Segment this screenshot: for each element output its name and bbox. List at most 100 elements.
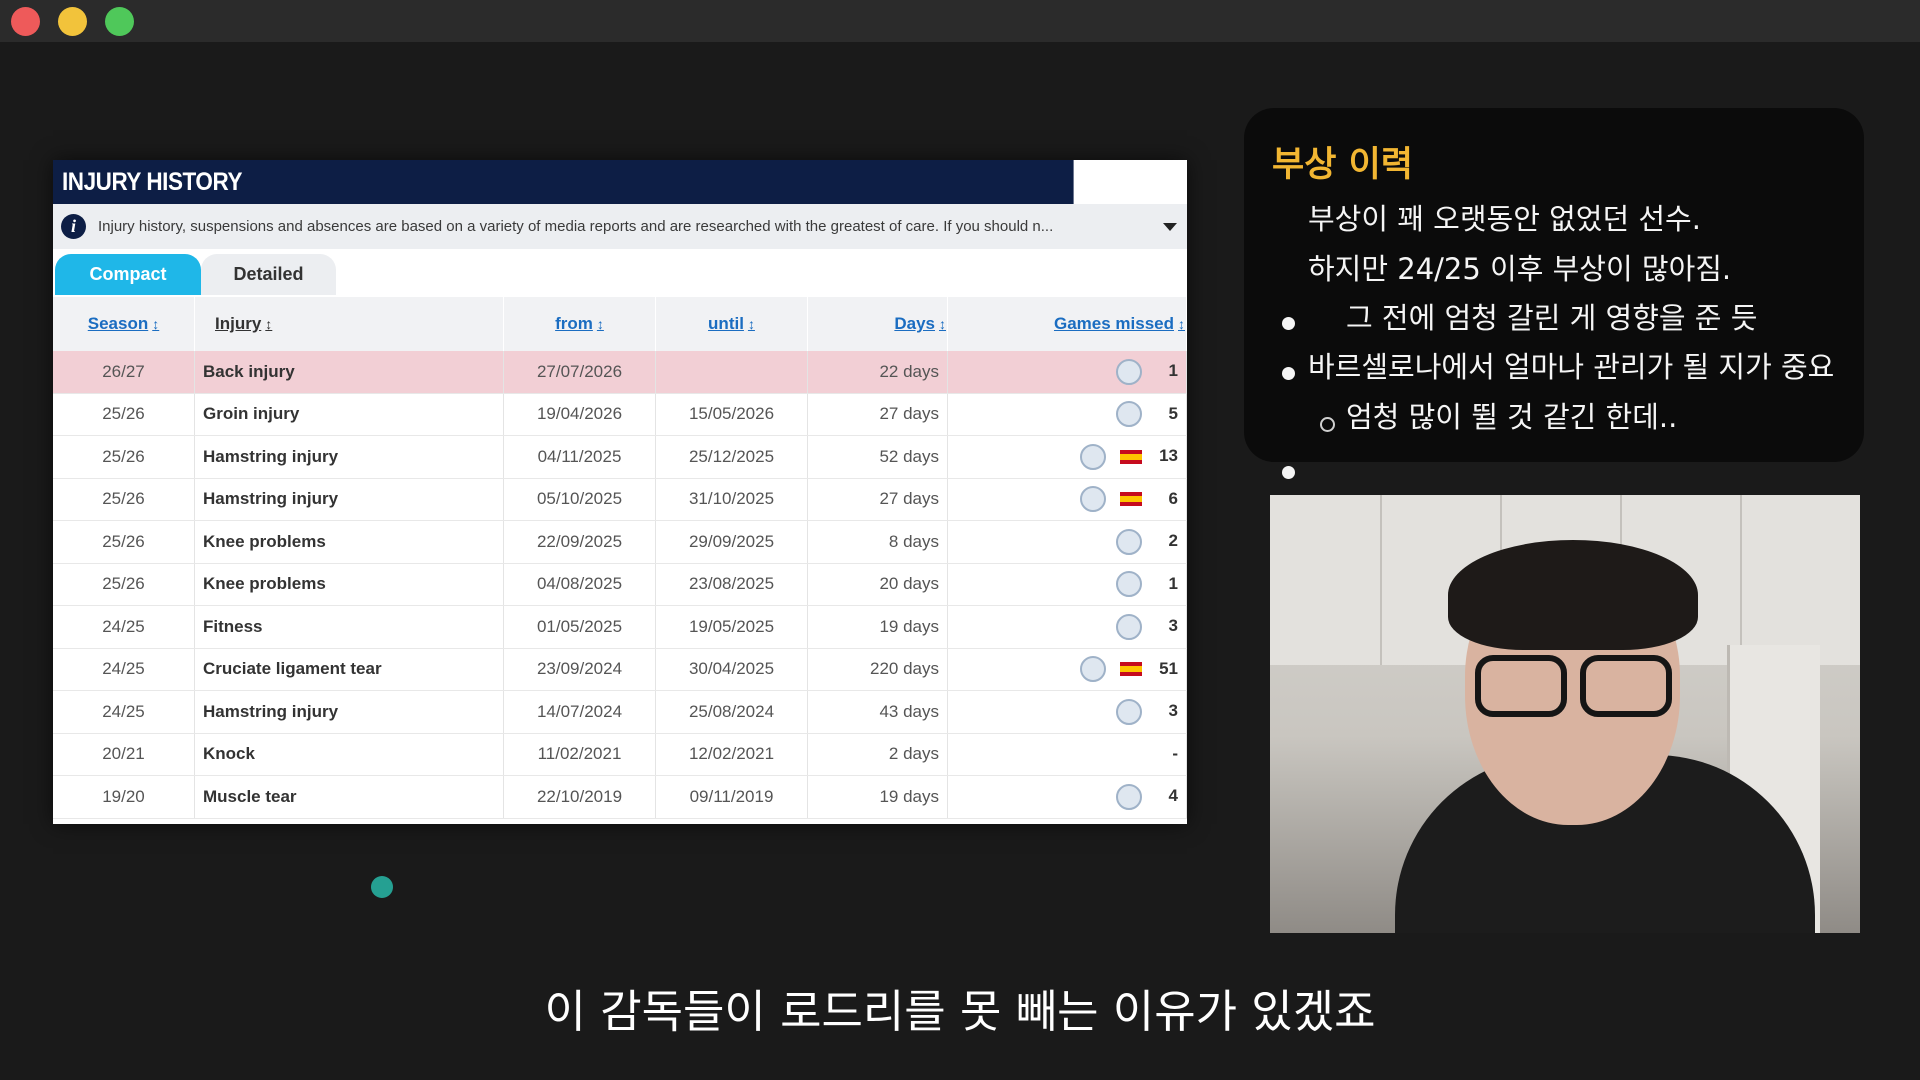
games-missed-count: 51 bbox=[1159, 658, 1178, 678]
maximize-window-button[interactable] bbox=[105, 7, 134, 36]
tab-detailed[interactable]: Detailed bbox=[201, 254, 336, 295]
notes-title: 부상 이력 bbox=[1272, 145, 1413, 185]
column-header-injury[interactable]: Injury ↕ bbox=[194, 297, 504, 351]
minimize-window-button[interactable] bbox=[58, 7, 87, 36]
note-sub-item: 엄청 많이 뛸 것 같긴 한데.. bbox=[1346, 400, 1678, 434]
bullet-icon bbox=[1282, 367, 1295, 380]
until-date-cell: 15/05/2026 bbox=[655, 393, 808, 436]
table-row[interactable]: 25/26 Knee problems 22/09/2025 29/09/2025 8 … bbox=[53, 520, 1187, 564]
games-missed-count: 3 bbox=[1168, 616, 1178, 636]
games-missed-cell: 2 bbox=[947, 520, 1187, 564]
games-missed-cell: 1 bbox=[947, 563, 1187, 606]
days-cell: 27 days bbox=[807, 393, 948, 436]
glasses-right-lens bbox=[1580, 655, 1672, 717]
injury-cell: Knee problems bbox=[194, 520, 504, 564]
games-missed-cell: 4 bbox=[947, 775, 1187, 819]
injury-cell: Hamstring injury bbox=[194, 478, 504, 521]
until-date-cell: 31/10/2025 bbox=[655, 478, 808, 521]
until-date-cell: 12/02/2021 bbox=[655, 733, 808, 776]
injury-cell: Knee problems bbox=[194, 563, 504, 606]
from-date-cell: 27/07/2026 bbox=[503, 351, 656, 394]
games-missed-cell: - bbox=[947, 733, 1187, 776]
games-missed-cell: 3 bbox=[947, 605, 1187, 649]
games-missed-count: 5 bbox=[1168, 403, 1178, 423]
days-cell: 27 days bbox=[807, 478, 948, 521]
club-crest-icon bbox=[1116, 571, 1142, 598]
info-bar[interactable]: i Injury history, suspensions and absenc… bbox=[53, 204, 1187, 249]
injury-cell: Cruciate ligament tear bbox=[194, 648, 504, 691]
season-cell: 25/26 bbox=[53, 563, 195, 606]
from-header-label: from bbox=[555, 314, 593, 333]
glasses-left-lens bbox=[1475, 655, 1567, 717]
from-date-cell: 05/10/2025 bbox=[503, 478, 656, 521]
season-header-label: Season bbox=[87, 314, 149, 333]
panel-title: INJURY HISTORY bbox=[53, 160, 1074, 204]
club-crest-icon bbox=[1116, 698, 1142, 725]
column-header-until[interactable]: until ↕ bbox=[655, 297, 808, 351]
sort-icon: ↕ bbox=[265, 316, 273, 332]
games-missed-count: 13 bbox=[1159, 446, 1178, 466]
table-row[interactable]: 24/25 Cruciate ligament tear 23/09/2024 30/… bbox=[53, 648, 1187, 691]
games-missed-count: 1 bbox=[1168, 361, 1178, 381]
mouse-cursor-indicator bbox=[371, 876, 393, 898]
days-cell: 43 days bbox=[807, 690, 948, 734]
games-missed-header-label: Games missed bbox=[1053, 314, 1174, 333]
club-crest-icon bbox=[1116, 401, 1142, 428]
days-cell: 19 days bbox=[807, 605, 948, 649]
from-date-cell: 11/02/2021 bbox=[503, 733, 656, 776]
games-missed-count: - bbox=[1172, 744, 1178, 764]
info-icon: i bbox=[61, 214, 86, 239]
games-missed-count: 1 bbox=[1168, 573, 1178, 593]
injury-cell: Hamstring injury bbox=[194, 690, 504, 734]
close-window-button[interactable] bbox=[11, 7, 40, 36]
from-date-cell: 23/09/2024 bbox=[503, 648, 656, 691]
until-date-cell: 25/08/2024 bbox=[655, 690, 808, 734]
from-date-cell: 19/04/2026 bbox=[503, 393, 656, 436]
games-missed-count: 2 bbox=[1168, 531, 1178, 551]
club-crest-icon bbox=[1080, 486, 1106, 513]
sort-icon: ↕ bbox=[747, 316, 755, 332]
column-header-days[interactable]: Days ↕ bbox=[807, 297, 948, 351]
chevron-down-icon[interactable] bbox=[1163, 223, 1177, 231]
injury-history-panel: INJURY HISTORY i Injury history, suspens… bbox=[53, 160, 1187, 898]
games-missed-cell: 13 bbox=[947, 435, 1187, 479]
bullet-icon bbox=[1282, 466, 1295, 479]
table-row[interactable]: 24/25 Hamstring injury 14/07/2024 25/08/202… bbox=[53, 690, 1187, 734]
tab-compact[interactable]: Compact bbox=[55, 254, 201, 295]
days-cell: 52 days bbox=[807, 435, 948, 479]
games-missed-cell: 3 bbox=[947, 690, 1187, 734]
column-header-from[interactable]: from ↕ bbox=[503, 297, 656, 351]
until-header-label: until bbox=[708, 314, 744, 333]
until-date-cell: 09/11/2019 bbox=[655, 775, 808, 819]
column-header-season[interactable]: Season ↕ bbox=[53, 297, 195, 351]
until-date-cell: 25/12/2025 bbox=[655, 435, 808, 479]
table-row[interactable]: 25/26 Knee problems 04/08/2025 23/08/2025 20… bbox=[53, 563, 1187, 606]
table-row[interactable]: 24/25 Fitness 01/05/2025 19/05/2025 19 days 3 bbox=[53, 605, 1187, 649]
column-header-games-missed[interactable]: Games missed ↕ bbox=[947, 297, 1187, 351]
notes-card: 부상 이력 부상이 꽤 오랫동안 없었던 선수. 하지만 24/25 이후 부상… bbox=[1244, 108, 1864, 531]
table-row[interactable]: 20/21 Knock 11/02/2021 12/02/2021 2 days - bbox=[53, 733, 1187, 776]
club-crest-icon bbox=[1116, 358, 1142, 385]
season-cell: 24/25 bbox=[53, 690, 195, 734]
until-date-cell bbox=[655, 351, 808, 394]
club-crest-icon bbox=[1080, 443, 1106, 470]
games-missed-count: 6 bbox=[1168, 488, 1178, 508]
table-row[interactable]: 25/26 Groin injury 19/04/2026 15/05/2026 27 … bbox=[53, 393, 1187, 436]
table-row[interactable]: 25/26 Hamstring injury 04/11/2025 25/12/202… bbox=[53, 435, 1187, 479]
table-row[interactable]: 25/26 Hamstring injury 05/10/2025 31/10/202… bbox=[53, 478, 1187, 521]
days-cell: 220 days bbox=[807, 648, 948, 691]
note-sub-item: 그 전에 엄청 갈린 게 영향을 준 듯 bbox=[1346, 301, 1758, 335]
bullet-icon bbox=[1282, 317, 1295, 330]
season-cell: 25/26 bbox=[53, 435, 195, 479]
window-titlebar bbox=[0, 0, 1920, 42]
from-date-cell: 04/08/2025 bbox=[503, 563, 656, 606]
from-date-cell: 01/05/2025 bbox=[503, 605, 656, 649]
table-row[interactable]: 26/27 Back injury 27/07/2026 22 days 1 bbox=[53, 351, 1187, 394]
note-item: 하지만 24/25 이후 부상이 많아짐. bbox=[1308, 252, 1732, 286]
until-date-cell: 29/09/2025 bbox=[655, 520, 808, 564]
person-hair bbox=[1448, 540, 1698, 650]
table-row[interactable]: 19/20 Muscle tear 22/10/2019 09/11/2019 19 d… bbox=[53, 775, 1187, 819]
season-cell: 20/21 bbox=[53, 733, 195, 776]
games-missed-cell: 1 bbox=[947, 351, 1187, 394]
sort-icon: ↕ bbox=[596, 316, 604, 332]
